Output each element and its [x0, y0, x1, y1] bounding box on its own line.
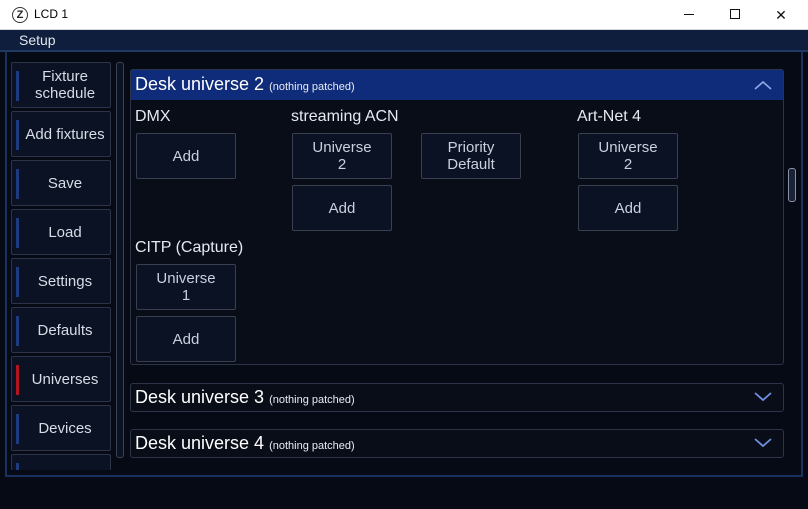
panel-title: Desk universe 4 (nothing patched)	[135, 433, 355, 454]
close-icon: ✕	[775, 7, 787, 23]
minimize-button[interactable]	[666, 0, 712, 30]
chevron-up-icon[interactable]	[753, 79, 773, 91]
sidebar-indicator	[16, 169, 19, 199]
button-label: Add	[614, 199, 642, 217]
panel-header[interactable]: Desk universe 4 (nothing patched)	[131, 430, 783, 457]
sidebar-item-load[interactable]: Load	[11, 209, 111, 255]
panel-header[interactable]: Desk universe 3 (nothing patched)	[131, 384, 783, 411]
main-scrollbar[interactable]	[788, 168, 796, 202]
button-value: Default	[447, 156, 495, 173]
panel-status: (nothing patched)	[269, 394, 355, 406]
sidebar-indicator-active	[16, 365, 19, 395]
panel-status: (nothing patched)	[269, 440, 355, 452]
sidebar-scrollbar[interactable]	[116, 62, 124, 458]
sacn-label: streaming ACN	[291, 108, 399, 125]
button-value: 2	[623, 156, 633, 173]
button-label: Universe	[598, 139, 658, 156]
button-label: Add	[172, 147, 200, 165]
chevron-down-icon[interactable]	[753, 391, 773, 403]
sidebar-indicator	[16, 71, 19, 101]
sidebar-item-more[interactable]	[11, 454, 111, 470]
sidebar-indicator	[16, 316, 19, 346]
citp-add-button[interactable]: Add	[136, 316, 236, 362]
maximize-button[interactable]	[712, 0, 758, 30]
setup-title: Setup	[19, 32, 56, 48]
button-label: Priority	[447, 139, 495, 156]
sidebar-indicator	[16, 463, 19, 470]
button-value: 1	[181, 287, 191, 304]
sidebar-indicator	[16, 120, 19, 150]
panel-status: (nothing patched)	[269, 81, 355, 93]
dmx-add-button[interactable]: Add	[136, 133, 236, 179]
panel-title-text: Desk universe 3	[135, 387, 265, 407]
sidebar-item-save[interactable]: Save	[11, 160, 111, 206]
sidebar-item-label: Add fixtures	[25, 125, 105, 143]
panel-title: Desk universe 3 (nothing patched)	[135, 387, 355, 408]
panel-header[interactable]: Desk universe 2 (nothing patched)	[131, 70, 783, 100]
panel-desk-universe-2: Desk universe 2 (nothing patched) DMX Ad…	[130, 69, 784, 365]
sidebar-item-settings[interactable]: Settings	[11, 258, 111, 304]
sacn-universe-button[interactable]: Universe 2	[292, 133, 392, 179]
citp-label: CITP (Capture)	[135, 239, 244, 256]
sidebar-item-label: Save	[47, 174, 83, 192]
sidebar-item-label: Settings	[37, 272, 93, 290]
sidebar-item-label: Devices	[38, 419, 92, 437]
sidebar-item-fixture-schedule[interactable]: Fixture schedule	[11, 62, 111, 108]
panel-title-text: Desk universe 2	[135, 74, 265, 94]
sidebar-item-label: Defaults	[37, 321, 93, 339]
panel-desk-universe-3[interactable]: Desk universe 3 (nothing patched)	[130, 383, 784, 412]
artnet-universe-button[interactable]: Universe 2	[578, 133, 678, 179]
maximize-icon	[730, 9, 740, 19]
sidebar-item-defaults[interactable]: Defaults	[11, 307, 111, 353]
sacn-priority-button[interactable]: Priority Default	[421, 133, 521, 179]
button-label: Universe	[312, 139, 372, 156]
button-label: Universe	[156, 270, 216, 287]
artnet-label: Art-Net 4	[577, 108, 642, 125]
sacn-add-button[interactable]: Add	[292, 185, 392, 231]
artnet-add-button[interactable]: Add	[578, 185, 678, 231]
panel-desk-universe-4[interactable]: Desk universe 4 (nothing patched)	[130, 429, 784, 458]
sidebar-item-label: Fixture schedule	[35, 68, 96, 102]
bottom-strip	[0, 477, 808, 509]
sidebar-item-label: Load	[48, 223, 82, 241]
window-titlebar: Z LCD 1 ✕	[0, 0, 808, 30]
window-title: LCD 1	[34, 7, 69, 21]
button-label: Add	[172, 330, 200, 348]
sidebar-item-add-fixtures[interactable]: Add fixtures	[11, 111, 111, 157]
sidebar-item-universes[interactable]: Universes	[11, 356, 111, 402]
sidebar-indicator	[16, 218, 19, 248]
button-label: Add	[328, 199, 356, 217]
panel-title-text: Desk universe 4	[135, 433, 265, 453]
close-button[interactable]: ✕	[758, 0, 804, 30]
button-value: 2	[337, 156, 347, 173]
sidebar: Fixture schedule Add fixtures Save Load …	[11, 60, 113, 470]
sidebar-indicator	[16, 267, 19, 297]
panel-title: Desk universe 2 (nothing patched)	[135, 74, 355, 95]
minimize-icon	[684, 14, 694, 15]
sidebar-item-devices[interactable]: Devices	[11, 405, 111, 451]
sidebar-indicator	[16, 414, 19, 444]
dmx-label: DMX	[135, 108, 171, 125]
chevron-down-icon[interactable]	[753, 437, 773, 449]
sidebar-item-label: Universes	[31, 370, 99, 388]
app-logo-icon: Z	[12, 7, 28, 23]
setup-bar: Setup	[0, 30, 808, 52]
citp-universe-button[interactable]: Universe 1	[136, 264, 236, 310]
